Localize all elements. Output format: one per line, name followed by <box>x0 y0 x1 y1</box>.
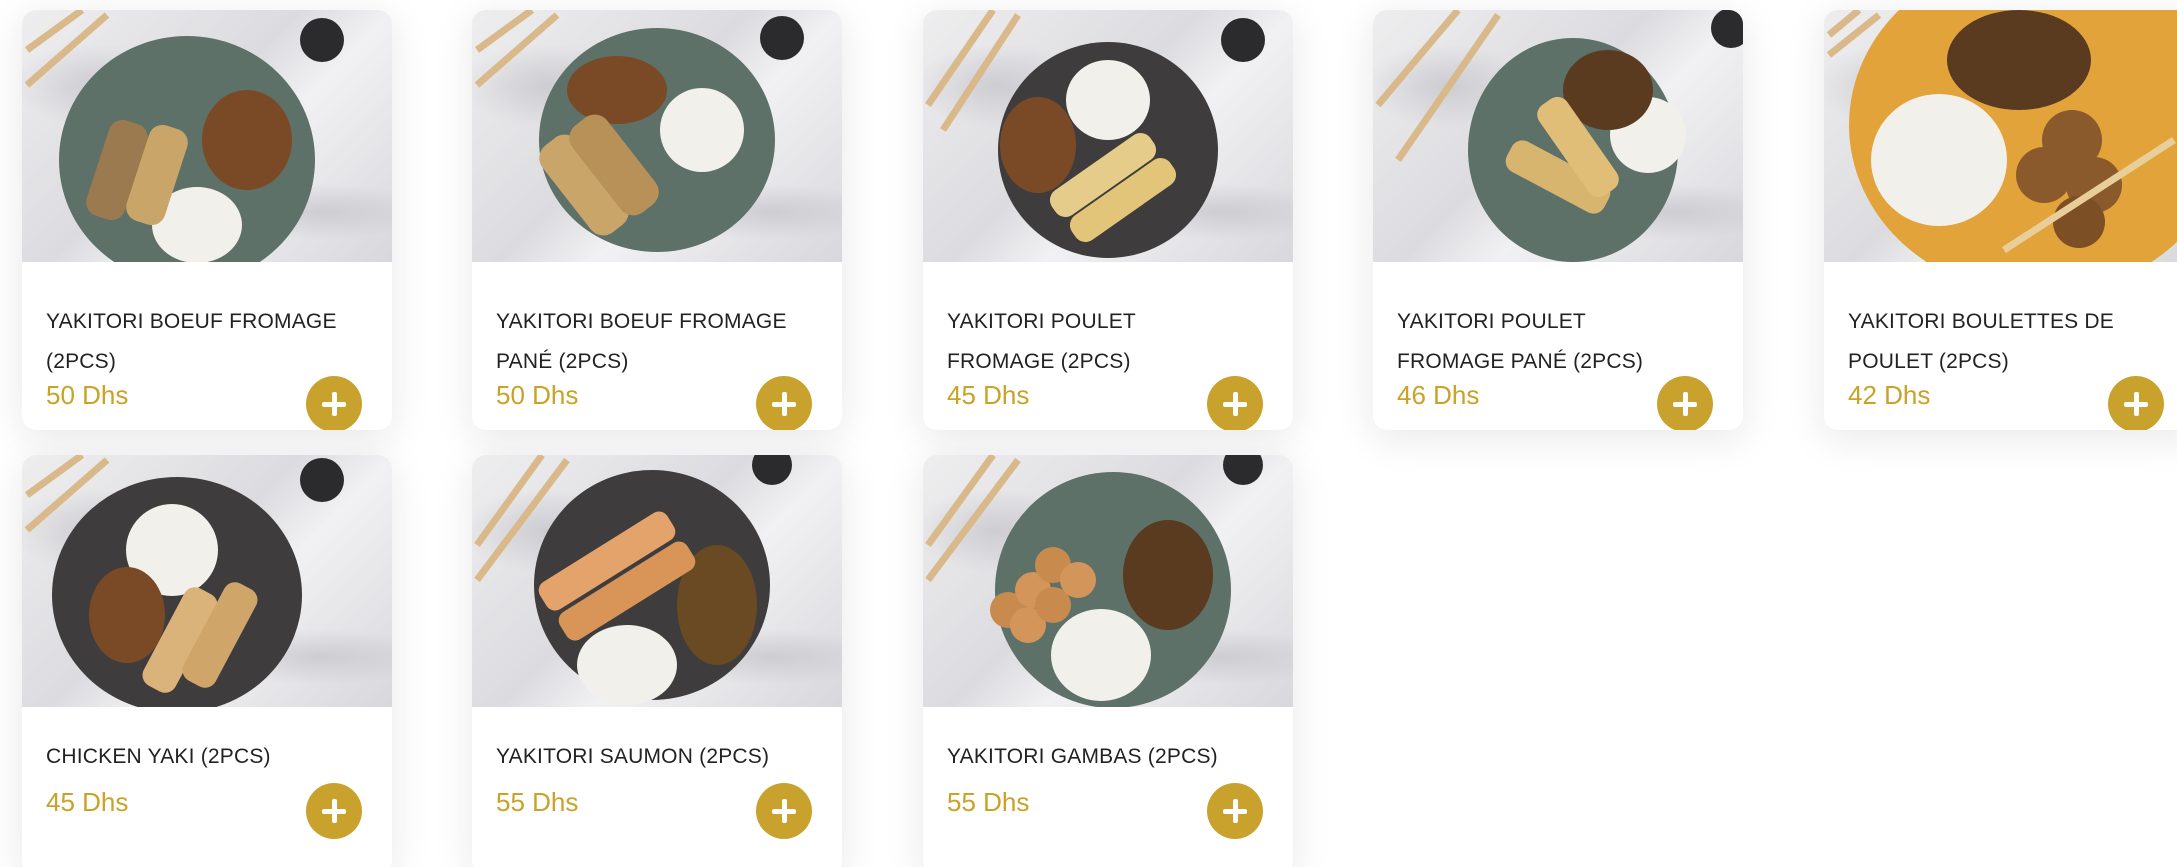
product-photo <box>923 455 1293 707</box>
product-price: 46 Dhs <box>1397 380 1480 410</box>
product-name: YAKITORI BOEUF FROMAGE (2PCS) <box>46 310 337 373</box>
product-name: YAKITORI BOEUF FROMAGE PANÉ (2PCS) <box>496 310 787 373</box>
product-name: YAKITORI POULET FROMAGE (2PCS) <box>947 310 1136 373</box>
product-card[interactable]: YAKITORI POULET FROMAGE (2PCS) 45 Dhs <box>923 10 1293 430</box>
product-photo <box>472 455 842 707</box>
add-to-cart-button[interactable] <box>756 783 812 839</box>
product-card[interactable]: YAKITORI SAUMON (2PCS) 55 Dhs <box>472 455 842 867</box>
product-grid: YAKITORI BOEUF FROMAGE (2PCS) 50 Dhs YAK… <box>0 0 2177 867</box>
product-card[interactable]: YAKITORI POULET FROMAGE PANÉ (2PCS) 46 D… <box>1373 10 1743 430</box>
product-name: YAKITORI SAUMON (2PCS) <box>496 745 770 768</box>
product-name: YAKITORI GAMBAS (2PCS) <box>947 745 1218 768</box>
product-photo <box>923 10 1293 262</box>
product-card[interactable]: YAKITORI BOEUF FROMAGE (2PCS) 50 Dhs <box>22 10 392 430</box>
product-name: YAKITORI BOULETTES DE POULET (2PCS) <box>1848 310 2114 373</box>
product-card[interactable]: YAKITORI BOULETTES DE POULET (2PCS) 42 D… <box>1824 10 2177 430</box>
product-photo <box>472 10 842 262</box>
product-photo <box>22 455 392 707</box>
product-name: CHICKEN YAKI (2PCS) <box>46 745 271 768</box>
add-to-cart-button[interactable] <box>2108 376 2164 430</box>
product-photo <box>1824 10 2177 262</box>
add-to-cart-button[interactable] <box>306 783 362 839</box>
product-price: 45 Dhs <box>947 380 1030 410</box>
product-photo <box>22 10 392 262</box>
add-to-cart-button[interactable] <box>756 376 812 430</box>
add-to-cart-button[interactable] <box>1207 783 1263 839</box>
product-card[interactable]: YAKITORI BOEUF FROMAGE PANÉ (2PCS) 50 Dh… <box>472 10 842 430</box>
product-price: 50 Dhs <box>46 380 129 410</box>
product-name: YAKITORI POULET FROMAGE PANÉ (2PCS) <box>1397 310 1644 373</box>
add-to-cart-button[interactable] <box>306 376 362 430</box>
add-to-cart-button[interactable] <box>1207 376 1263 430</box>
product-price: 45 Dhs <box>46 787 129 817</box>
product-price: 50 Dhs <box>496 380 579 410</box>
product-card[interactable]: YAKITORI GAMBAS (2PCS) 55 Dhs <box>923 455 1293 867</box>
product-photo <box>1373 10 1743 262</box>
product-price: 55 Dhs <box>947 787 1030 817</box>
product-price: 42 Dhs <box>1848 380 1931 410</box>
product-card[interactable]: CHICKEN YAKI (2PCS) 45 Dhs <box>22 455 392 867</box>
add-to-cart-button[interactable] <box>1657 376 1713 430</box>
product-price: 55 Dhs <box>496 787 579 817</box>
